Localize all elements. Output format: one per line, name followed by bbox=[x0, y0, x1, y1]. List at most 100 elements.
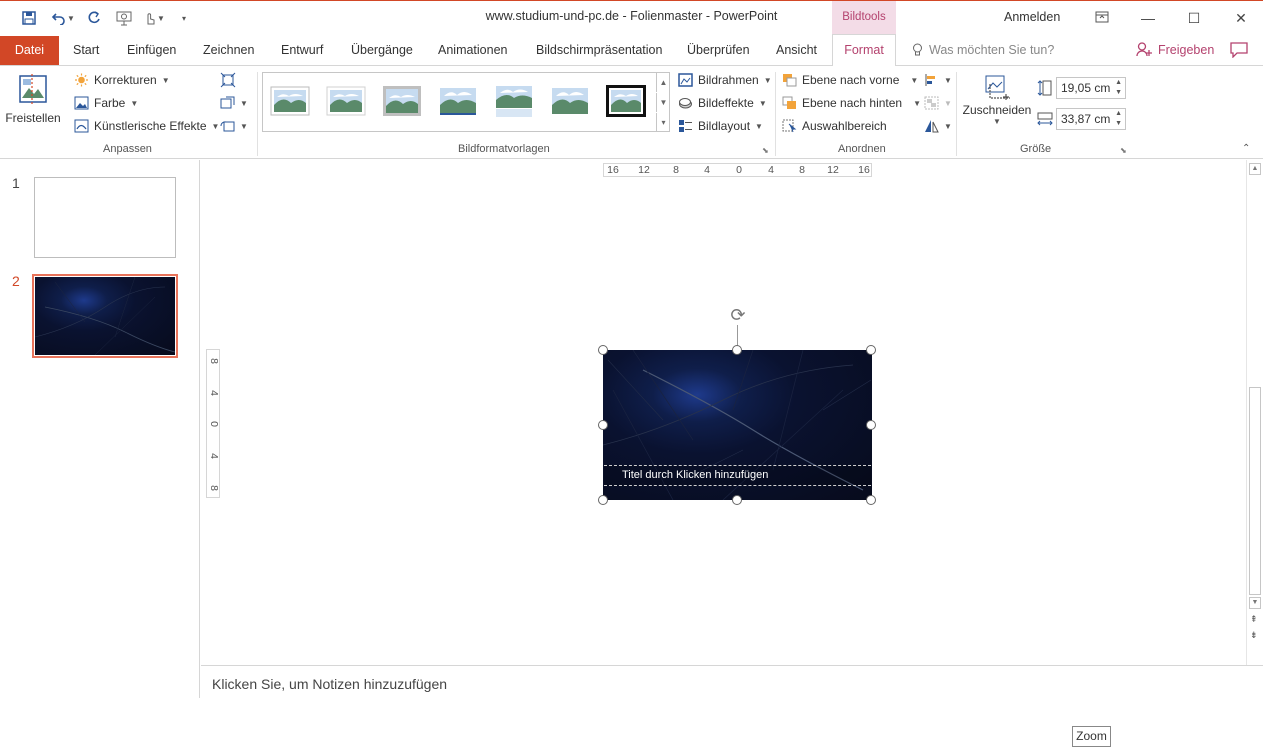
notes-pane[interactable]: Klicken Sie, um Notizen hinzuzufügen bbox=[201, 665, 1263, 698]
height-spinner-icon[interactable]: ▲ ▼ bbox=[1115, 78, 1122, 98]
bring-forward-icon bbox=[783, 74, 797, 87]
tab-start[interactable]: Start bbox=[73, 43, 99, 57]
width-input[interactable]: 33,87 cm ▲ ▼ bbox=[1056, 108, 1126, 130]
compress-pictures-icon[interactable] bbox=[220, 72, 236, 88]
tab-review[interactable]: Überprüfen bbox=[687, 43, 750, 57]
bring-forward-button[interactable]: Ebene nach vorne ▼ bbox=[782, 70, 918, 90]
gallery-scroll-down[interactable]: ▼ bbox=[656, 93, 670, 112]
align-button[interactable]: ▼ bbox=[924, 70, 952, 90]
resize-handle-bottom-left[interactable] bbox=[598, 495, 608, 505]
remove-background-label: Freistellen bbox=[5, 111, 61, 125]
picture-style-perspective[interactable] bbox=[549, 83, 591, 119]
change-picture-icon bbox=[220, 96, 235, 109]
save-icon[interactable] bbox=[18, 7, 40, 29]
width-icon bbox=[1037, 112, 1053, 126]
person-icon bbox=[1136, 42, 1152, 57]
group-separator bbox=[257, 72, 258, 156]
presentation-icon[interactable] bbox=[113, 7, 135, 29]
comments-icon[interactable] bbox=[1230, 42, 1248, 58]
next-slide-icon[interactable]: ⇟ bbox=[1250, 630, 1258, 641]
scrollbar-thumb[interactable] bbox=[1249, 387, 1261, 595]
color-picture-icon bbox=[74, 96, 89, 110]
tab-file[interactable]: Datei bbox=[0, 36, 59, 65]
remove-background-icon bbox=[19, 74, 47, 106]
resize-handle-left[interactable] bbox=[598, 420, 608, 430]
gallery-more-button[interactable]: ▾ bbox=[656, 113, 670, 132]
artistic-effects-button[interactable]: Künstlerische Effekte ▼ bbox=[74, 116, 219, 136]
size-launcher-icon[interactable]: ⬊ bbox=[1120, 146, 1127, 155]
height-input[interactable]: 19,05 cm ▲ ▼ bbox=[1056, 77, 1126, 99]
customize-qat-icon[interactable]: ▾ bbox=[176, 7, 192, 29]
gallery-scroll-up[interactable]: ▲ bbox=[656, 73, 670, 92]
picture-border-button[interactable]: Bildrahmen ▼ bbox=[678, 70, 772, 90]
picture-style-simple-frame[interactable] bbox=[269, 83, 311, 119]
tab-view[interactable]: Ansicht bbox=[776, 43, 817, 57]
resize-handle-right[interactable] bbox=[866, 420, 876, 430]
tab-animations[interactable]: Animationen bbox=[438, 43, 508, 57]
close-icon[interactable]: ✕ bbox=[1226, 7, 1256, 29]
corrections-button[interactable]: Korrekturen ▼ bbox=[74, 70, 170, 90]
resize-handle-top[interactable] bbox=[732, 345, 742, 355]
picture-effects-button[interactable]: Bildeffekte ▼ bbox=[678, 93, 767, 113]
tab-insert[interactable]: Einfügen bbox=[127, 43, 176, 57]
tell-me-search[interactable]: Was möchten Sie tun? bbox=[912, 43, 1054, 57]
selected-picture[interactable]: Titel durch Klicken hinzufügen bbox=[603, 350, 872, 500]
tab-draw[interactable]: Zeichnen bbox=[203, 43, 254, 57]
tab-transitions[interactable]: Übergänge bbox=[351, 43, 413, 57]
collapse-ribbon-icon[interactable]: ⌃ bbox=[1242, 143, 1250, 154]
redo-icon[interactable] bbox=[84, 7, 104, 29]
picture-style-soft-edge[interactable] bbox=[325, 83, 367, 119]
ruler-tick: 0 bbox=[736, 164, 742, 176]
previous-slide-icon[interactable]: ⇞ bbox=[1250, 614, 1258, 625]
resize-handle-bottom-right[interactable] bbox=[866, 495, 876, 505]
reset-picture-button[interactable]: ▼ bbox=[220, 116, 248, 136]
tab-slideshow[interactable]: Bildschirmpräsentation bbox=[536, 43, 662, 57]
share-label: Freigeben bbox=[1158, 42, 1215, 57]
notes-placeholder: Klicken Sie, um Notizen hinzuzufügen bbox=[212, 676, 448, 692]
touch-mode-icon[interactable]: ▼ bbox=[140, 7, 168, 29]
title-placeholder[interactable]: Titel durch Klicken hinzufügen bbox=[604, 465, 871, 486]
picture-style-thick-black-frame[interactable] bbox=[605, 83, 647, 119]
picture-style-rounded[interactable] bbox=[437, 83, 479, 119]
change-picture-button[interactable]: ▼ bbox=[220, 93, 248, 113]
signin-link[interactable]: Anmelden bbox=[1004, 10, 1060, 24]
ribbon-display-options-icon[interactable] bbox=[1087, 7, 1117, 29]
crop-dropdown-icon[interactable]: ▼ bbox=[962, 117, 1032, 126]
picture-style-reflected[interactable] bbox=[493, 83, 535, 119]
group-objects-button[interactable]: ▼ bbox=[924, 93, 952, 113]
slide-thumbnail-2[interactable] bbox=[32, 274, 178, 358]
picture-styles-launcher-icon[interactable]: ⬊ bbox=[762, 146, 769, 155]
tab-format[interactable]: Format bbox=[832, 34, 896, 67]
selection-pane-button[interactable]: Auswahlbereich bbox=[782, 116, 887, 136]
slide-thumbnail-1[interactable] bbox=[34, 177, 176, 258]
slide-number-2: 2 bbox=[12, 273, 20, 289]
rotate-button[interactable]: ▼ bbox=[924, 116, 952, 136]
minimize-icon[interactable]: — bbox=[1133, 7, 1163, 29]
maximize-icon[interactable]: ☐ bbox=[1179, 7, 1209, 29]
scroll-up-icon[interactable]: ▲ bbox=[1249, 163, 1261, 175]
ruler-tick: 16 bbox=[858, 164, 870, 176]
picture-layout-icon bbox=[679, 120, 692, 132]
picture-styles-gallery[interactable]: ▲ ▼ ▾ bbox=[262, 72, 670, 132]
color-button[interactable]: Farbe ▼ bbox=[74, 93, 138, 113]
slide-thumbnail-pane: 1 2 bbox=[0, 160, 200, 698]
rotate-handle-icon[interactable]: ⟳ bbox=[727, 304, 749, 326]
vertical-scrollbar[interactable]: ▲ ▼ ⇞ ⇟ bbox=[1246, 160, 1263, 665]
crop-button[interactable]: Zuschneiden ▼ bbox=[962, 72, 1032, 138]
ruler-tick: 8 bbox=[799, 164, 805, 176]
width-spinner-icon[interactable]: ▲ ▼ bbox=[1115, 109, 1122, 129]
share-button[interactable]: Freigeben bbox=[1136, 42, 1214, 57]
picture-layout-button[interactable]: Bildlayout ▼ bbox=[678, 116, 763, 136]
picture-style-shadow[interactable] bbox=[381, 83, 423, 119]
lightbulb-icon bbox=[913, 43, 922, 56]
send-backward-button[interactable]: Ebene nach hinten ▼ bbox=[782, 93, 921, 113]
scroll-down-icon[interactable]: ▼ bbox=[1249, 597, 1261, 609]
undo-icon[interactable]: ▼ bbox=[48, 7, 78, 29]
resize-handle-top-right[interactable] bbox=[866, 345, 876, 355]
context-tab-bildtools: Bildtools bbox=[832, 1, 896, 35]
resize-handle-bottom[interactable] bbox=[732, 495, 742, 505]
remove-background-button[interactable]: Freistellen bbox=[4, 72, 62, 132]
tab-design[interactable]: Entwurf bbox=[281, 43, 323, 57]
bring-forward-label: Ebene nach vorne bbox=[802, 73, 900, 87]
resize-handle-top-left[interactable] bbox=[598, 345, 608, 355]
